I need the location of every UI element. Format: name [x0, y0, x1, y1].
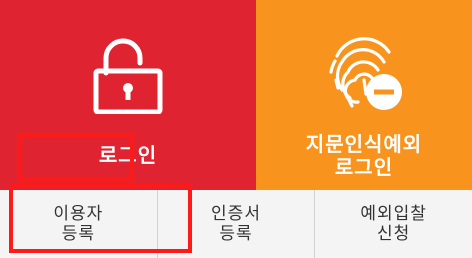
user-registration-button[interactable]: 이용자 등록	[0, 190, 158, 258]
bottom-menu-bar: 이용자 등록 인증서 등록 예외입찰 신청	[0, 190, 472, 258]
fingerprint-minus-icon	[256, 28, 472, 118]
login-tile[interactable]: 로그인	[0, 0, 256, 190]
fingerprint-exception-login-label: 지문인식예외 로그인	[305, 132, 423, 179]
unlocked-padlock-icon	[0, 38, 256, 114]
certificate-registration-button[interactable]: 인증서 등록	[158, 190, 316, 258]
login-label: 로그인	[98, 143, 158, 167]
exception-bid-application-button[interactable]: 예외입찰 신청	[315, 190, 472, 258]
fingerprint-exception-login-tile[interactable]: 지문인식예외 로그인	[256, 0, 472, 190]
